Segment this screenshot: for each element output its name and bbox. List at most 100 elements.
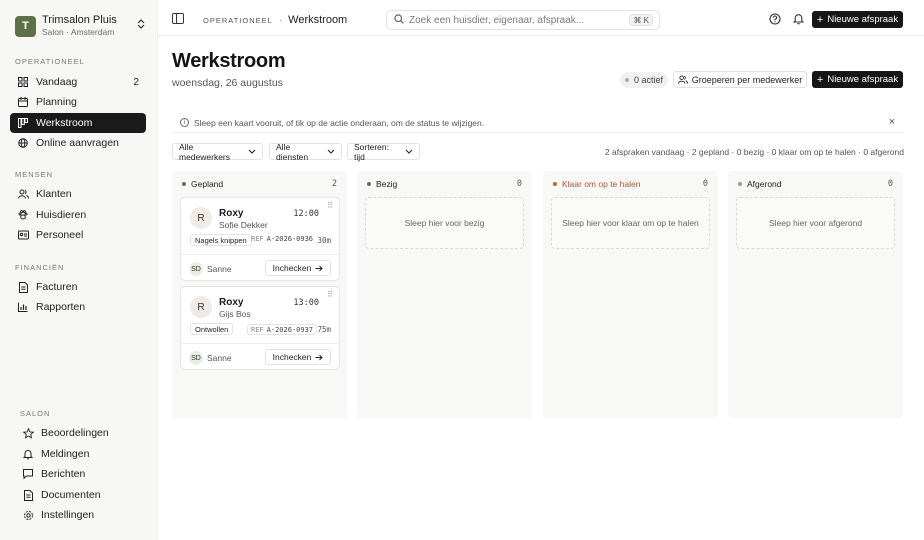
sidebar-item-huisdieren[interactable]: Huisdieren bbox=[10, 205, 146, 225]
sidebar-item-label: Vandaag bbox=[36, 76, 78, 88]
sort-select[interactable]: Sorteren: tijd bbox=[347, 142, 420, 162]
help-icon[interactable] bbox=[769, 13, 781, 25]
sidebar-item-label: Documenten bbox=[41, 489, 101, 501]
staff-filter-select[interactable]: Alle medewerkers bbox=[172, 141, 263, 162]
bell-icon[interactable] bbox=[792, 13, 804, 25]
sidebar-item-klanten[interactable]: Klanten bbox=[10, 184, 146, 204]
close-icon[interactable]: × bbox=[889, 116, 895, 128]
info-banner: i Sleep een kaart vooruit, of tik op de … bbox=[172, 113, 903, 133]
sidebar-item-label: Beoordelingen bbox=[41, 427, 109, 439]
sidebar-item-werkstroom[interactable]: Werkstroom bbox=[10, 113, 146, 133]
service-filter-select[interactable]: Alle diensten bbox=[269, 141, 342, 162]
section-title-financien: FINANCIËN bbox=[15, 263, 65, 272]
section-title-mensen: MENSEN bbox=[15, 170, 54, 179]
drop-zone[interactable]: Sleep hier voor bezig bbox=[365, 197, 524, 249]
sidebar-item-planning[interactable]: Planning bbox=[10, 92, 146, 112]
service-filter-label: Alle diensten bbox=[276, 141, 309, 162]
sidebar-item-personeel[interactable]: Personeel bbox=[10, 225, 146, 245]
search-box[interactable]: ⌘ K bbox=[386, 10, 660, 30]
sidebar-toggle-icon[interactable] bbox=[172, 13, 184, 24]
arrow-right-icon bbox=[315, 265, 324, 272]
drag-handle-icon[interactable]: ⠿ bbox=[327, 291, 333, 299]
gear-icon bbox=[21, 508, 35, 522]
divider bbox=[181, 343, 339, 344]
staff-filter-label: Alle medewerkers bbox=[179, 141, 231, 162]
bell-icon bbox=[21, 447, 35, 461]
sidebar-item-label: Online aanvragen bbox=[36, 137, 119, 149]
breadcrumb-separator: · bbox=[278, 14, 283, 26]
reference-code: A-2026-0937 bbox=[266, 326, 314, 334]
search-shortcut: ⌘ K bbox=[629, 14, 653, 26]
sidebar-item-label: Instellingen bbox=[41, 509, 95, 521]
page-title: Werkstroom bbox=[172, 50, 286, 72]
sidebar-item-rapporten[interactable]: Rapporten bbox=[10, 297, 146, 317]
chevron-down-icon bbox=[405, 147, 413, 156]
info-text: Sleep een kaart vooruit, of tik op de ac… bbox=[194, 117, 485, 128]
arrow-right-icon bbox=[315, 354, 324, 361]
reference: REF A-2026-0937 bbox=[247, 324, 318, 335]
sidebar-item-berichten[interactable]: Berichten bbox=[15, 464, 151, 484]
group-by-staff-label: Groeperen per medewerker bbox=[691, 74, 803, 85]
staff-avatar: SD bbox=[189, 262, 203, 276]
calendar-icon bbox=[16, 95, 30, 109]
column-header: Bezig 0 bbox=[367, 179, 522, 189]
sidebar-item-label: Berichten bbox=[41, 468, 86, 480]
sidebar-item-vandaag[interactable]: Vandaag 2 bbox=[10, 72, 146, 92]
reference: REF A-2026-0936 bbox=[251, 235, 313, 243]
grid-icon bbox=[16, 75, 30, 89]
sidebar-item-facturen[interactable]: Facturen bbox=[10, 277, 146, 297]
column-header: Klaar om op te halen 0 bbox=[553, 179, 708, 189]
column-count: 0 bbox=[516, 179, 522, 189]
sidebar-item-documenten[interactable]: Documenten bbox=[15, 485, 151, 505]
column-header: Gepland 2 bbox=[182, 179, 337, 189]
active-badge: 0 actief bbox=[620, 72, 668, 88]
reference-label: REF bbox=[251, 235, 264, 243]
document-icon bbox=[21, 488, 35, 502]
check-in-button[interactable]: Inchecken bbox=[265, 349, 331, 365]
appointment-card[interactable]: R Roxy Gijs Bos 13:00 ⠿ Ontwollen REF A-2… bbox=[180, 286, 340, 370]
info-icon: i bbox=[180, 118, 189, 127]
reference-code: A-2026-0936 bbox=[266, 235, 314, 243]
id-card-icon bbox=[16, 228, 30, 242]
breadcrumb-section: OPERATIONEEL bbox=[203, 15, 273, 25]
bar-chart-icon bbox=[16, 300, 30, 314]
plus-icon: + bbox=[816, 13, 824, 26]
search-icon bbox=[394, 13, 404, 27]
staff-name: Sanne bbox=[207, 264, 232, 274]
column-gepland: Gepland 2 R Roxy Sofie Dekker 12:00 ⠿ Na… bbox=[172, 171, 347, 418]
sidebar-item-count: 2 bbox=[133, 76, 139, 88]
salon-switcher[interactable]: T Trimsalon Pluis Salon · Amsterdam bbox=[15, 13, 145, 39]
group-by-staff-button[interactable]: Groeperen per medewerker bbox=[673, 71, 807, 88]
check-in-label: Inchecken bbox=[272, 352, 312, 362]
new-appointment-button[interactable]: + Nieuwe afspraak bbox=[812, 11, 903, 28]
page-date: woensdag, 26 augustus bbox=[172, 77, 283, 89]
chevron-down-icon bbox=[327, 147, 335, 156]
chevron-down-icon bbox=[248, 147, 256, 156]
column-count: 2 bbox=[331, 179, 337, 189]
reference-box: REF A-2026-0937 bbox=[247, 324, 318, 335]
brand-subtitle: Salon · Amsterdam bbox=[42, 27, 115, 37]
staff-name: Sanne bbox=[207, 353, 232, 363]
drop-zone[interactable]: Sleep hier voor klaar om op te halen bbox=[551, 197, 710, 249]
check-in-label: Inchecken bbox=[272, 263, 312, 273]
sidebar-item-online-aanvragen[interactable]: Online aanvragen bbox=[10, 133, 146, 153]
pet-name: Roxy bbox=[219, 297, 244, 308]
search-input[interactable] bbox=[409, 14, 629, 26]
owner-name: Gijs Bos bbox=[219, 309, 251, 319]
active-badge-label: 0 actief bbox=[633, 75, 664, 85]
reference-label: REF bbox=[251, 326, 264, 334]
appointment-time: 13:00 bbox=[293, 298, 319, 308]
status-dot-icon bbox=[553, 182, 557, 186]
file-icon bbox=[16, 280, 30, 294]
appointment-card[interactable]: R Roxy Sofie Dekker 12:00 ⠿ Nagels knipp… bbox=[180, 197, 340, 281]
new-appointment-label: Nieuwe afspraak bbox=[827, 14, 899, 25]
drag-handle-icon[interactable]: ⠿ bbox=[327, 202, 333, 210]
drop-zone[interactable]: Sleep hier voor afgerond bbox=[736, 197, 895, 249]
sidebar-item-beoordelingen[interactable]: Beoordelingen bbox=[15, 423, 151, 443]
new-appointment-button-main[interactable]: + Nieuwe afspraak bbox=[812, 71, 903, 88]
sidebar-item-meldingen[interactable]: Meldingen bbox=[15, 444, 151, 464]
service-badge: Nagels knippen bbox=[190, 234, 252, 246]
check-in-button[interactable]: Inchecken bbox=[265, 260, 331, 276]
star-icon bbox=[21, 426, 35, 440]
sidebar-item-instellingen[interactable]: Instellingen bbox=[15, 505, 151, 525]
